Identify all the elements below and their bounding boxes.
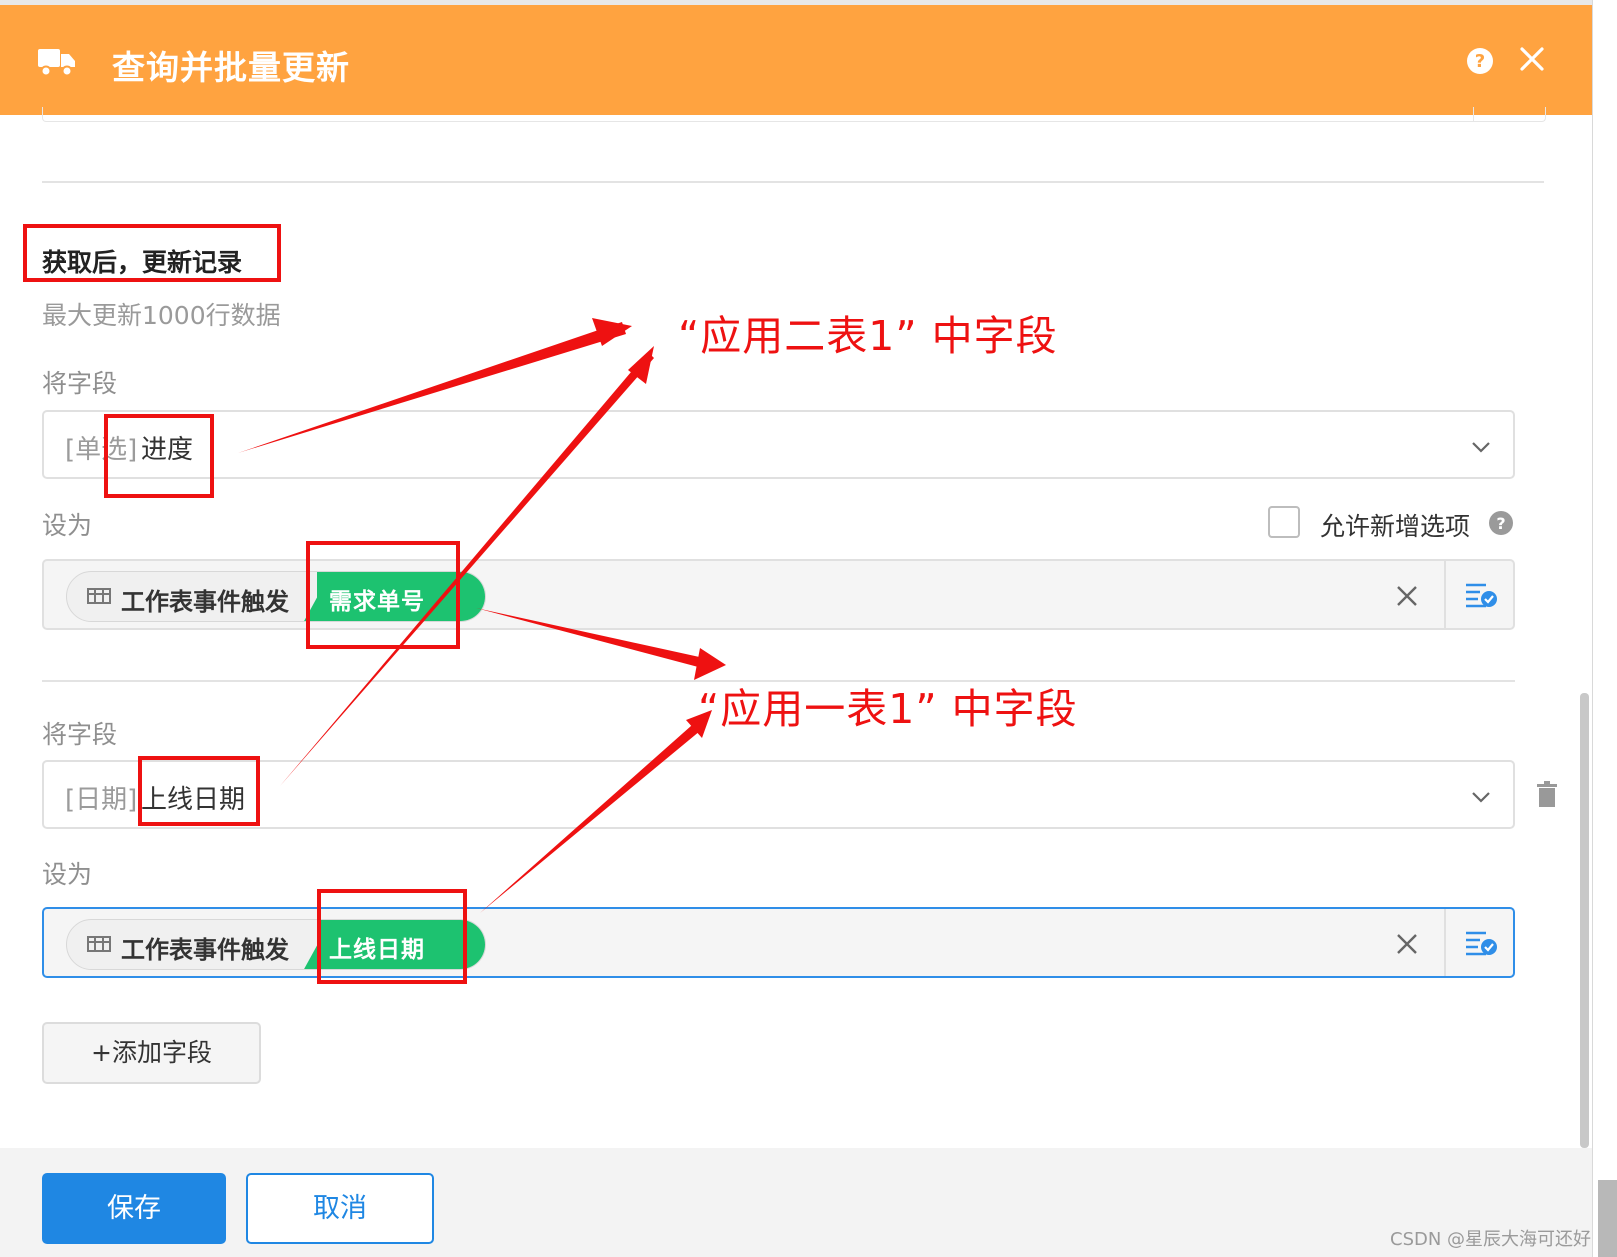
field-select[interactable]: [日期] 上线日期 [42, 760, 1515, 829]
value-tag-field[interactable]: 工作表事件触发 需求单号 [42, 559, 1515, 630]
annotation-app2-fields: “应用二表1” 中字段 [678, 312, 1058, 360]
annotation-box-online-date [138, 756, 260, 826]
annotation-box-title [23, 224, 281, 282]
allow-new-option-checkbox[interactable] [1268, 506, 1300, 538]
source-node-name: 工作表事件触发 [121, 936, 289, 964]
section-divider [42, 181, 1544, 183]
svg-text:?: ? [1475, 51, 1485, 72]
dialog-header: 查询并批量更新 ? [0, 5, 1592, 115]
allow-new-option-label: 允许新增选项 [1320, 512, 1471, 541]
annotation-app1-fields: “应用一表1” 中字段 [698, 685, 1078, 733]
select-field-icon[interactable] [1464, 581, 1498, 613]
cancel-button[interactable]: 取消 [246, 1173, 434, 1244]
field-label: 将字段 [42, 369, 118, 398]
table-icon [87, 588, 111, 608]
save-button[interactable]: 保存 [42, 1173, 226, 1244]
previous-field-divider [1473, 107, 1474, 121]
truck-icon [38, 47, 76, 81]
svg-text:?: ? [1496, 514, 1505, 533]
close-icon[interactable] [1520, 47, 1544, 75]
chevron-down-icon[interactable] [1471, 438, 1491, 457]
clear-icon[interactable] [1396, 585, 1418, 611]
field-type-prefix: [日期] [65, 785, 138, 815]
select-field-icon[interactable] [1464, 929, 1498, 961]
annotation-box-progress [104, 414, 214, 498]
background-window-edge [1592, 0, 1617, 1257]
watermark: CSDN @星辰大海可还好 [1390, 1229, 1592, 1250]
clear-icon[interactable] [1396, 933, 1418, 959]
source-node-name: 工作表事件触发 [121, 588, 289, 616]
chevron-down-icon[interactable] [1471, 788, 1491, 807]
background-scroll-thumb [1598, 1180, 1617, 1257]
dialog-title: 查询并批量更新 [112, 48, 350, 87]
section-hint: 最大更新1000行数据 [42, 301, 281, 330]
previous-field-edge [42, 107, 1546, 122]
help-circle-icon[interactable]: ? [1466, 47, 1494, 79]
scrollbar[interactable] [1580, 693, 1589, 1148]
table-icon [87, 936, 111, 956]
set-label: 设为 [42, 511, 93, 540]
trash-icon[interactable] [1537, 781, 1557, 811]
field-divider [1444, 909, 1446, 976]
add-field-button[interactable]: +添加字段 [42, 1022, 261, 1084]
dialog-footer [0, 1148, 1592, 1257]
dialog: 查询并批量更新 ? 获取后，更新记录 最大更新1000行数据 将字段 [单选] … [0, 0, 1592, 1257]
field-label: 将字段 [42, 720, 118, 749]
annotation-box-online-date-tag [317, 889, 467, 984]
field-divider [1444, 561, 1446, 628]
annotation-box-demand-no [306, 541, 460, 649]
question-icon[interactable]: ? [1488, 510, 1514, 540]
value-tag-field[interactable]: 工作表事件触发 上线日期 [42, 907, 1515, 978]
set-label: 设为 [42, 860, 93, 889]
field-select[interactable]: [单选] 进度 [42, 410, 1515, 479]
